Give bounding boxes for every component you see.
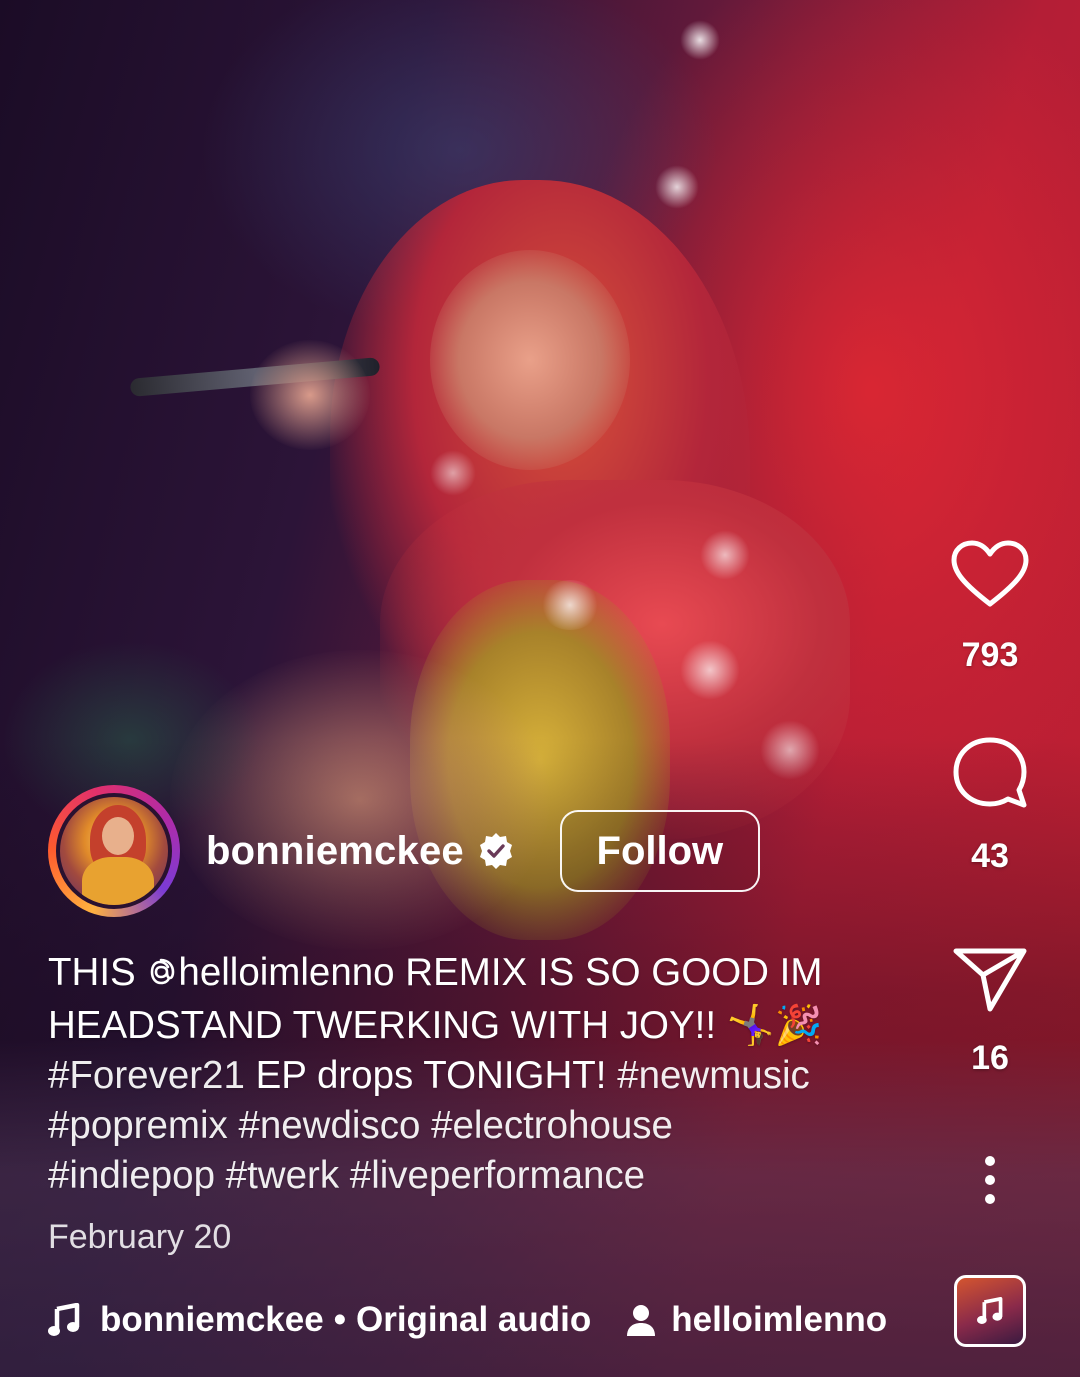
avatar-story-ring[interactable] xyxy=(48,785,180,917)
comment-count[interactable]: 43 xyxy=(971,837,1009,876)
more-vertical-icon[interactable] xyxy=(983,1155,997,1205)
caption-line-5-hashtags[interactable]: #indiepop #twerk #liveperformance xyxy=(48,1151,918,1201)
hashtag-newmusic[interactable]: #newmusic xyxy=(617,1054,810,1097)
threads-at-icon xyxy=(146,951,176,1001)
comment-icon[interactable] xyxy=(950,735,1030,811)
verified-badge-icon xyxy=(476,831,516,876)
caption-mention[interactable]: helloimlenno xyxy=(178,951,394,994)
audio-row[interactable]: bonniemckee • Original audio helloimlenn… xyxy=(48,1300,887,1340)
collaborator-username[interactable]: helloimlenno xyxy=(671,1300,887,1340)
music-note-icon xyxy=(977,1297,1003,1325)
post-date: February 20 xyxy=(48,1218,232,1256)
heart-icon[interactable] xyxy=(950,540,1030,610)
send-icon[interactable] xyxy=(952,945,1028,1013)
caption-line-4-hashtags[interactable]: #popremix #newdisco #electrohouse xyxy=(48,1101,918,1151)
caption-line-1: THIS helloimlenno REMIX IS SO GOOD IM xyxy=(48,948,918,1001)
action-rail: 793 43 16 xyxy=(900,0,1080,1377)
person-icon xyxy=(625,1303,657,1337)
author-row: bonniemckee Follow xyxy=(48,785,760,917)
author-username[interactable]: bonniemckee xyxy=(206,829,464,874)
like-count[interactable]: 793 xyxy=(962,636,1019,675)
share-action[interactable]: 16 xyxy=(900,945,1080,1078)
caption-line-3: #Forever21 EP drops TONIGHT! #newmusic xyxy=(48,1054,810,1097)
follow-button[interactable]: Follow xyxy=(559,810,760,892)
like-action[interactable]: 793 xyxy=(900,540,1080,675)
avatar[interactable] xyxy=(56,793,172,909)
audio-title[interactable]: Original audio xyxy=(356,1300,591,1340)
post-caption[interactable]: THIS helloimlenno REMIX IS SO GOOD IM HE… xyxy=(48,948,918,1201)
caption-line-2: HEADSTAND TWERKING WITH JOY!! 🤸‍♀️🎉 xyxy=(48,1004,823,1047)
hashtag-forever21[interactable]: #Forever21 xyxy=(48,1054,245,1097)
audio-separator: • xyxy=(333,1300,346,1339)
music-note-icon xyxy=(48,1303,80,1337)
comment-action[interactable]: 43 xyxy=(900,735,1080,876)
share-count[interactable]: 16 xyxy=(971,1039,1009,1078)
collaborator-tag[interactable]: helloimlenno xyxy=(625,1300,887,1340)
audio-thumbnail[interactable] xyxy=(954,1275,1026,1347)
audio-artist[interactable]: bonniemckee xyxy=(100,1300,324,1340)
more-options-button[interactable] xyxy=(900,1155,1080,1205)
